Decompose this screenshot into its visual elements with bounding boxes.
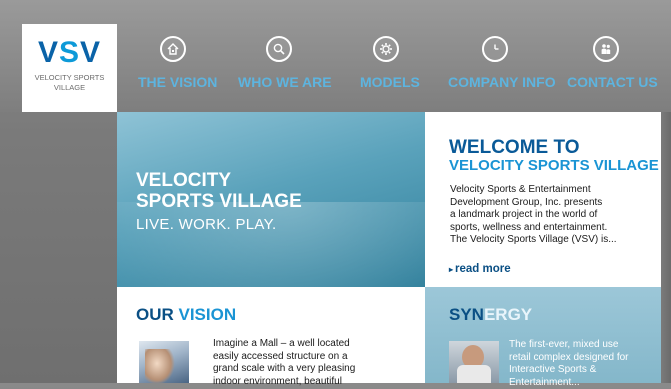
hero-title: VELOCITY SPORTS VILLAGE xyxy=(136,170,302,212)
nav-label-who-we-are[interactable]: WHO WE ARE xyxy=(238,74,332,90)
welcome-body: Velocity Sports & Entertainment Developm… xyxy=(450,184,617,245)
nav-label-company-info[interactable]: COMPANY INFO xyxy=(448,74,556,90)
search-icon xyxy=(266,36,292,62)
home-icon xyxy=(160,36,186,62)
nav-label-contact-us[interactable]: CONTACT US xyxy=(567,74,658,90)
nav-company-info[interactable]: COMPANY INFO xyxy=(448,36,556,90)
synergy-body: The first-ever, mixed use retail complex… xyxy=(509,339,629,388)
gear-icon xyxy=(373,36,399,62)
welcome-heading: WELCOME TO xyxy=(449,137,580,158)
synergy-photo xyxy=(449,341,499,383)
nav-contact-us[interactable]: CONTACT US xyxy=(567,36,658,90)
vision-body: Imagine a Mall – a well located easily a… xyxy=(213,338,356,387)
nav-who-we-are[interactable]: WHO WE ARE xyxy=(238,36,332,90)
nav-models[interactable]: MODELS xyxy=(360,36,420,90)
logo-subtitle: VELOCITY SPORTS VILLAGE xyxy=(34,73,105,92)
welcome-panel: WELCOME TO VELOCITY SPORTS VILLAGE Veloc… xyxy=(425,112,661,287)
clock-icon xyxy=(482,36,508,62)
chevron-right-icon: ▸ xyxy=(449,265,454,274)
vision-photo xyxy=(139,341,189,383)
welcome-subheading: VELOCITY SPORTS VILLAGE xyxy=(449,157,659,174)
read-more-label: read more xyxy=(455,263,511,275)
vision-panel: OUR VISION Imagine a Mall – a well locat… xyxy=(117,287,425,387)
synergy-panel: SYNERGY The first-ever, mixed use retail… xyxy=(425,287,661,388)
nav-label-the-vision[interactable]: THE VISION xyxy=(138,74,217,90)
people-icon xyxy=(593,36,619,62)
synergy-heading: SYNERGY xyxy=(449,305,533,324)
vsv-logo[interactable]: VSV VELOCITY SPORTS VILLAGE xyxy=(22,24,117,112)
hero-tagline: LIVE. WORK. PLAY. xyxy=(136,216,277,233)
nav-the-vision[interactable]: THE VISION xyxy=(138,36,217,90)
nav-label-models[interactable]: MODELS xyxy=(360,74,420,90)
page-edge xyxy=(661,112,671,383)
logo-mark: VSV xyxy=(37,36,102,69)
vision-heading: OUR VISION xyxy=(136,305,237,324)
read-more-link[interactable]: ▸ read more xyxy=(449,263,511,275)
hero-banner: VELOCITY SPORTS VILLAGE LIVE. WORK. PLAY… xyxy=(117,112,425,287)
